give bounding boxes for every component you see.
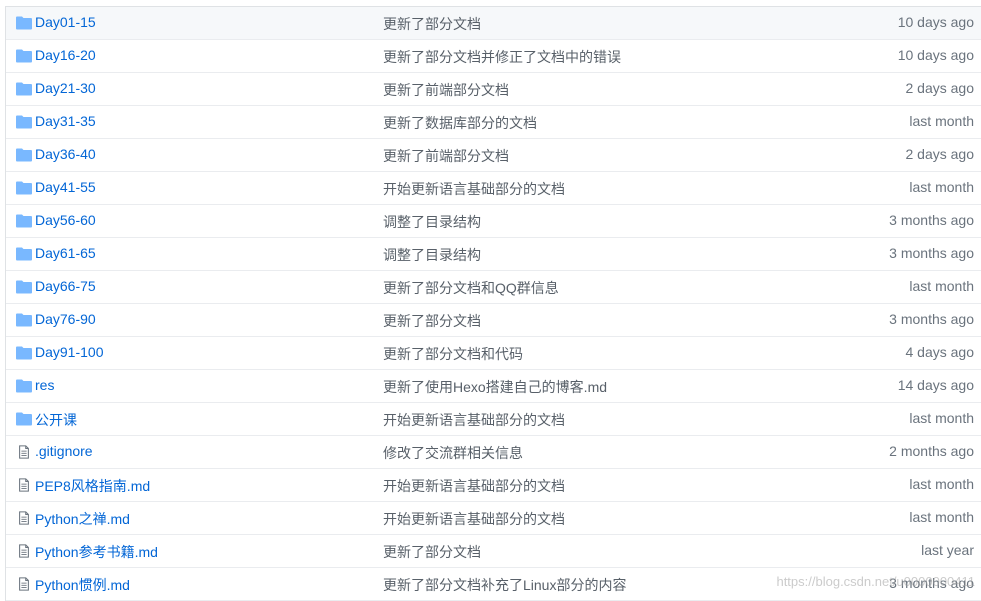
file-name-link[interactable]: 公开课 (35, 410, 77, 430)
table-row[interactable]: Day76-90 更新了部分文档 3 months ago (6, 304, 981, 337)
commit-age: last month (909, 476, 974, 492)
commit-age: 3 months ago (889, 245, 974, 261)
commit-message[interactable]: 开始更新语言基础部分的文档 (383, 179, 565, 199)
commit-age: last month (909, 509, 974, 525)
commit-message[interactable]: 调整了目录结构 (383, 245, 481, 265)
folder-icon (16, 16, 32, 30)
commit-age: last month (909, 179, 974, 195)
table-row[interactable]: Day31-35 更新了数据库部分的文档 last month (6, 106, 981, 139)
folder-icon (16, 379, 32, 393)
table-row[interactable]: res 更新了使用Hexo搭建自己的博客.md 14 days ago (6, 370, 981, 403)
commit-age: 3 months ago (889, 212, 974, 228)
file-name-link[interactable]: Day21-30 (35, 80, 96, 96)
file-icon (16, 577, 32, 591)
file-name-link[interactable]: PEP8风格指南.md (35, 476, 150, 496)
commit-age: last year (921, 542, 974, 558)
folder-icon (16, 148, 32, 162)
table-row[interactable]: Day56-60 调整了目录结构 3 months ago (6, 205, 981, 238)
table-row[interactable]: Python惯例.md 更新了部分文档补充了Linux部分的内容 3 months … (6, 568, 981, 601)
file-name-link[interactable]: Day41-55 (35, 179, 96, 195)
file-icon (16, 544, 32, 558)
commit-age: 3 months ago (889, 311, 974, 327)
table-row[interactable]: Day41-55 开始更新语言基础部分的文档 last month (6, 172, 981, 205)
table-row[interactable]: 公开课 开始更新语言基础部分的文档 last month (6, 403, 981, 436)
commit-age: last month (909, 113, 974, 129)
file-name-link[interactable]: Day66-75 (35, 278, 96, 294)
commit-message[interactable]: 更新了部分文档补充了Linux部分的内容 (383, 575, 626, 595)
commit-age: 2 days ago (905, 80, 975, 96)
file-name-link[interactable]: Day76-90 (35, 311, 96, 327)
commit-message[interactable]: 更新了部分文档 (383, 542, 481, 562)
file-list: Day01-15 更新了部分文档 10 days ago Day16-20 更新了部分文… (5, 6, 981, 601)
file-name-link[interactable]: Python参考书籍.md (35, 542, 158, 562)
file-icon (16, 511, 32, 525)
commit-age: 14 days ago (897, 377, 974, 393)
file-name-link[interactable]: Day01-15 (35, 14, 96, 30)
folder-icon (16, 214, 32, 228)
file-name-link[interactable]: Day91-100 (35, 344, 104, 360)
table-row[interactable]: PEP8风格指南.md 开始更新语言基础部分的文档 last month (6, 469, 981, 502)
folder-icon (16, 49, 32, 63)
file-name-link[interactable]: Day36-40 (35, 146, 96, 162)
commit-message[interactable]: 更新了前端部分文档 (383, 80, 509, 100)
commit-age: last month (909, 278, 974, 294)
commit-age: last month (909, 410, 974, 426)
commit-age: 2 days ago (905, 146, 975, 162)
commit-message[interactable]: 更新了前端部分文档 (383, 146, 509, 166)
file-icon (16, 478, 32, 492)
folder-icon (16, 313, 32, 327)
commit-message[interactable]: 开始更新语言基础部分的文档 (383, 410, 565, 430)
commit-message[interactable]: 更新了部分文档和QQ群信息 (383, 278, 559, 298)
table-row[interactable]: Day91-100 更新了部分文档和代码 4 days ago (6, 337, 981, 370)
file-name-link[interactable]: Python之禅.md (35, 509, 130, 529)
table-row[interactable]: Day01-15 更新了部分文档 10 days ago (6, 7, 981, 40)
folder-icon (16, 181, 32, 195)
file-name-link[interactable]: Python惯例.md (35, 575, 130, 595)
commit-message[interactable]: 开始更新语言基础部分的文档 (383, 476, 565, 496)
commit-message[interactable]: 更新了数据库部分的文档 (383, 113, 537, 133)
table-row[interactable]: Day66-75 更新了部分文档和QQ群信息 last month (6, 271, 981, 304)
file-name-link[interactable]: res (35, 377, 54, 393)
table-row[interactable]: Day21-30 更新了前端部分文档 2 days ago (6, 73, 981, 106)
commit-age: 10 days ago (897, 47, 974, 63)
commit-message[interactable]: 更新了部分文档并修正了文档中的错误 (383, 47, 621, 67)
file-name-link[interactable]: Day31-35 (35, 113, 96, 129)
folder-icon (16, 412, 32, 426)
table-row[interactable]: .gitignore 修改了交流群相关信息 2 months ago (6, 436, 981, 469)
commit-message[interactable]: 更新了部分文档 (383, 14, 481, 34)
table-row[interactable]: Day61-65 调整了目录结构 3 months ago (6, 238, 981, 271)
folder-icon (16, 247, 32, 261)
table-row[interactable]: Python参考书籍.md 更新了部分文档 last year (6, 535, 981, 568)
commit-message[interactable]: 更新了部分文档和代码 (383, 344, 523, 364)
table-row[interactable]: Day16-20 更新了部分文档并修正了文档中的错误 10 days ago (6, 40, 981, 73)
commit-age: 3 months ago (889, 575, 974, 591)
folder-icon (16, 82, 32, 96)
folder-icon (16, 115, 32, 129)
file-name-link[interactable]: .gitignore (35, 443, 93, 459)
commit-message[interactable]: 开始更新语言基础部分的文档 (383, 509, 565, 529)
commit-message[interactable]: 修改了交流群相关信息 (383, 443, 523, 463)
commit-age: 10 days ago (897, 14, 974, 30)
folder-icon (16, 346, 32, 360)
commit-age: 4 days ago (905, 344, 975, 360)
table-row[interactable]: Python之禅.md 开始更新语言基础部分的文档 last month (6, 502, 981, 535)
file-name-link[interactable]: Day56-60 (35, 212, 96, 228)
commit-message[interactable]: 更新了使用Hexo搭建自己的博客.md (383, 377, 607, 397)
commit-message[interactable]: 调整了目录结构 (383, 212, 481, 232)
file-icon (16, 445, 32, 459)
table-row[interactable]: Day36-40 更新了前端部分文档 2 days ago (6, 139, 981, 172)
file-name-link[interactable]: Day16-20 (35, 47, 96, 63)
commit-message[interactable]: 更新了部分文档 (383, 311, 481, 331)
folder-icon (16, 280, 32, 294)
file-name-link[interactable]: Day61-65 (35, 245, 96, 261)
commit-age: 2 months ago (889, 443, 974, 459)
